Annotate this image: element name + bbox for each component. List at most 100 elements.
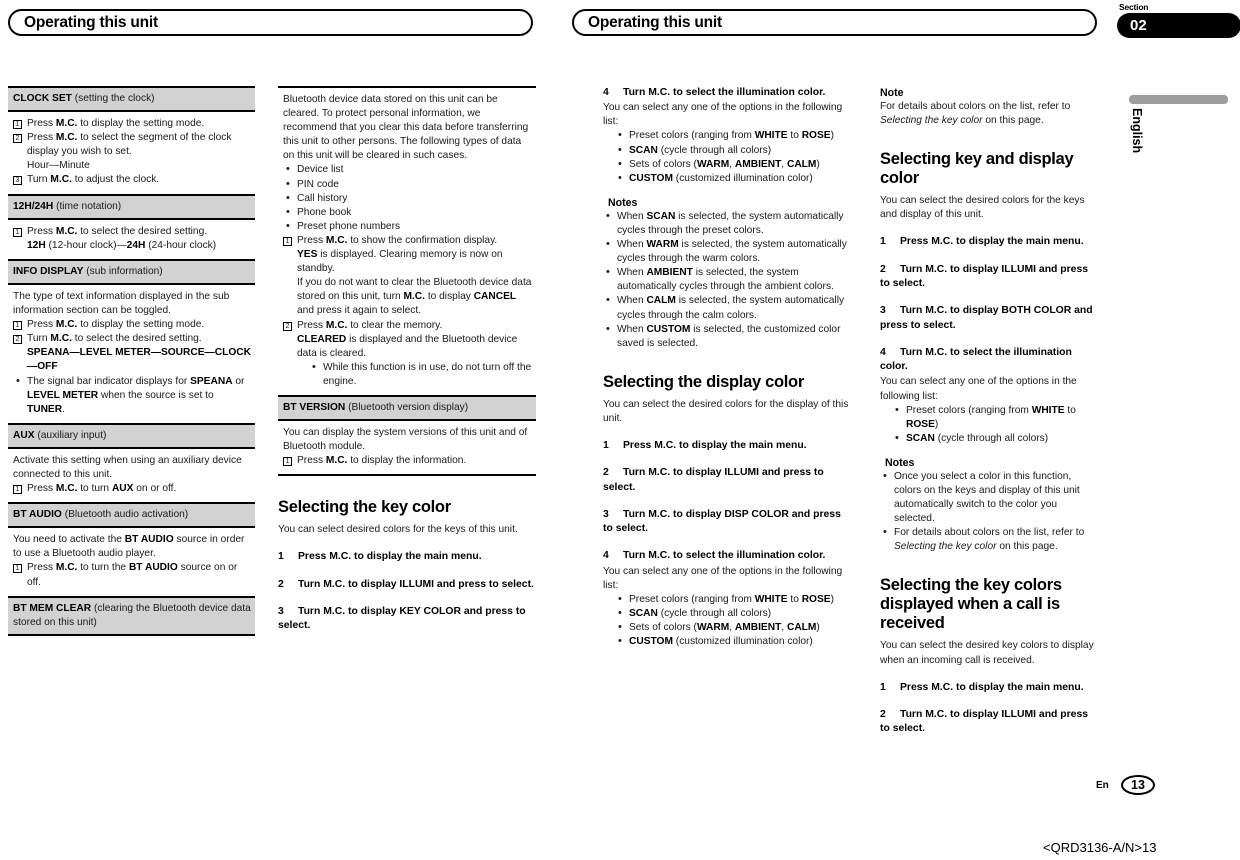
step-item: 1 Press M.C. to turn the BT AUDIO source… xyxy=(13,561,251,589)
step-text: Press M.C. to turn the BT AUDIO source o… xyxy=(27,561,251,589)
step-text-post: to select the desired setting. xyxy=(77,225,208,237)
column-2: Bluetooth device data stored on this uni… xyxy=(278,86,536,634)
bullet-bold: TUNER xyxy=(27,403,63,415)
setting-desc: (Bluetooth version display) xyxy=(348,401,469,413)
notes-list: Once you select a color in this function… xyxy=(880,469,1098,555)
step-label: Turn M.C. to select the illumination col… xyxy=(880,346,1072,373)
key-display-intro: You can select the desired colors for th… xyxy=(880,195,1085,221)
setting-clock-set: CLOCK SET (setting the clock) 1 Press M.… xyxy=(8,86,255,196)
list-item: When CUSTOM is selected, the customized … xyxy=(603,322,851,351)
page-number: 13 xyxy=(1121,775,1155,795)
step-text-pre: Press xyxy=(27,562,56,574)
opt-bold: CALM xyxy=(786,158,817,170)
step-item: 1 Press M.C. to display the information. xyxy=(283,454,532,468)
document-code: <QRD3136-A/N>13 xyxy=(1043,840,1157,855)
procedure-step: 4 Turn M.C. to select the illumination co… xyxy=(603,549,851,563)
procedure-step: 4 Turn M.C. to select the illumination co… xyxy=(603,86,851,100)
step-number: 3 xyxy=(603,508,609,520)
step-label: Turn M.C. to display DISP COLOR and pres… xyxy=(603,508,841,535)
step-text: Press M.C. to turn AUX on or off. xyxy=(27,482,251,496)
step-item: 1 Press M.C. to display the setting mode… xyxy=(13,117,251,131)
section-label: Section xyxy=(1119,2,1149,12)
key-display-option-list: Preset colors (ranging from WHITE to ROS… xyxy=(892,403,1098,446)
heading-key-and-display-color: Selecting key and display color xyxy=(880,150,1074,188)
step-text-pre: Press xyxy=(297,319,326,331)
language-label: English xyxy=(1130,108,1144,154)
opt-bold: ROSE xyxy=(801,593,831,605)
note-text: When xyxy=(617,323,647,335)
opt-bold: WARM xyxy=(696,158,730,170)
setting-bt-version: BT VERSION (Bluetooth version display) Y… xyxy=(278,396,536,477)
setting-desc: (time notation) xyxy=(56,200,122,212)
step-text-bold: M.C. xyxy=(55,225,78,237)
opt-bold: WHITE xyxy=(754,130,788,142)
note-italic-ref: Selecting the key color xyxy=(880,115,983,127)
note-text: For details about colors on the list, re… xyxy=(880,101,1071,112)
step-label: Turn M.C. to display ILLUMI and press to… xyxy=(880,263,1089,289)
note-list: The signal bar indicator displays for SP… xyxy=(13,373,251,417)
bt-mem-clear-intro: Bluetooth device data stored on this uni… xyxy=(283,94,529,162)
list-item: Sets of colors (WARM, AMBIENT, CALM) xyxy=(615,620,851,635)
step-item: 1 Press M.C. to display the setting mode… xyxy=(13,318,251,332)
opt-bold: SCAN xyxy=(906,432,935,444)
step-text-bold: M.C. xyxy=(325,455,348,467)
setting-desc: (setting the clock) xyxy=(74,93,155,104)
setting-intro: You can display the system versions of t… xyxy=(283,427,528,453)
setting-header-aux: AUX (auxiliary input) xyxy=(8,424,255,449)
step-text-pre: Press xyxy=(27,118,56,130)
note-bold: CALM xyxy=(646,295,676,307)
step-number-box: 3 xyxy=(13,176,22,186)
step-label: Press M.C. to display the main menu. xyxy=(900,236,1084,248)
step-options: 12H (12-hour clock)—24H (24-hour clock) xyxy=(27,239,251,253)
heading-selecting-display-color: Selecting the display color xyxy=(603,372,804,391)
setting-intro: You need to activate the BT AUDIO source… xyxy=(13,533,251,561)
step-text-bold: M.C. xyxy=(325,319,348,331)
footer-language-code: En xyxy=(1096,780,1109,791)
step-item: 2 Press M.C. to select the segment of th… xyxy=(13,131,251,173)
step-text-mid: to turn xyxy=(77,483,112,495)
step-number-box: 2 xyxy=(13,134,22,144)
note-italic-ref: Selecting the key color xyxy=(894,541,997,553)
step-note-list: While this function is in use, do not tu… xyxy=(309,360,532,389)
section-indicator: Section 02 xyxy=(1117,2,1240,38)
step-label: Press M.C. to display the main menu. xyxy=(900,681,1084,693)
note-text: For details about colors on the list, re… xyxy=(894,527,1085,539)
procedure-step: 2 Turn M.C. to display ILLUMI and press t… xyxy=(603,466,851,495)
note-bold: CUSTOM xyxy=(646,323,691,335)
step-number-box: 1 xyxy=(13,321,22,331)
setting-name: INFO DISPLAY xyxy=(13,265,84,277)
step-number: 2 xyxy=(880,263,886,275)
detail-bold: M.C. xyxy=(403,291,425,303)
step-text-bold: BT AUDIO xyxy=(128,562,178,574)
step-number: 2 xyxy=(603,467,609,479)
setting-body-aux: Activate this setting when using an auxi… xyxy=(8,449,255,505)
step-text-bold: AUX xyxy=(111,483,134,495)
bt-mem-clear-continued: Bluetooth device data stored on this uni… xyxy=(278,86,536,397)
column-4: Note For details about colors on the lis… xyxy=(880,86,1098,737)
note-text: When xyxy=(617,295,647,307)
setting-body-time-notation: 1 Press M.C. to select the desired setti… xyxy=(8,220,255,261)
step-text-bold: M.C. xyxy=(55,319,78,331)
bullet-text: or xyxy=(232,375,245,387)
opt-text: Sets of colors ( xyxy=(629,158,697,170)
opt-text: ) xyxy=(830,593,834,605)
setting-time-notation: 12H/24H (time notation) 1 Press M.C. to … xyxy=(8,195,255,261)
opt-bold: WARM xyxy=(696,622,730,634)
step-number: 3 xyxy=(880,305,886,317)
step-label: Turn M.C. to select the illumination col… xyxy=(623,87,826,98)
opt-bold: AMBIENT xyxy=(734,622,782,634)
opt-text: (cycle through all colors) xyxy=(657,144,772,156)
procedure-step: 1 Press M.C. to display the main menu. xyxy=(603,439,851,453)
step-text: Press M.C. to show the confirmation disp… xyxy=(297,234,532,319)
list-item: SCAN (cycle through all colors) xyxy=(892,431,1098,446)
list-item: SCAN (cycle through all colors) xyxy=(615,606,851,621)
step-item: 1 Press M.C. to select the desired setti… xyxy=(13,225,251,253)
step-label: Turn M.C. to display ILLUMI and press to… xyxy=(603,467,824,493)
step-text: Turn M.C. to select the desired setting.… xyxy=(27,332,251,374)
step-text: Press M.C. to clear the memory. CLEARED … xyxy=(297,319,532,389)
setting-header-time-notation: 12H/24H (time notation) xyxy=(8,195,255,220)
step-number-box: 1 xyxy=(283,457,292,467)
step-detail: YES is displayed. Clearing memory is now… xyxy=(297,248,532,276)
step-item: 3 Turn M.C. to adjust the clock. xyxy=(13,173,251,187)
step-detail: CLEARED is displayed and the Bluetooth d… xyxy=(297,333,532,361)
